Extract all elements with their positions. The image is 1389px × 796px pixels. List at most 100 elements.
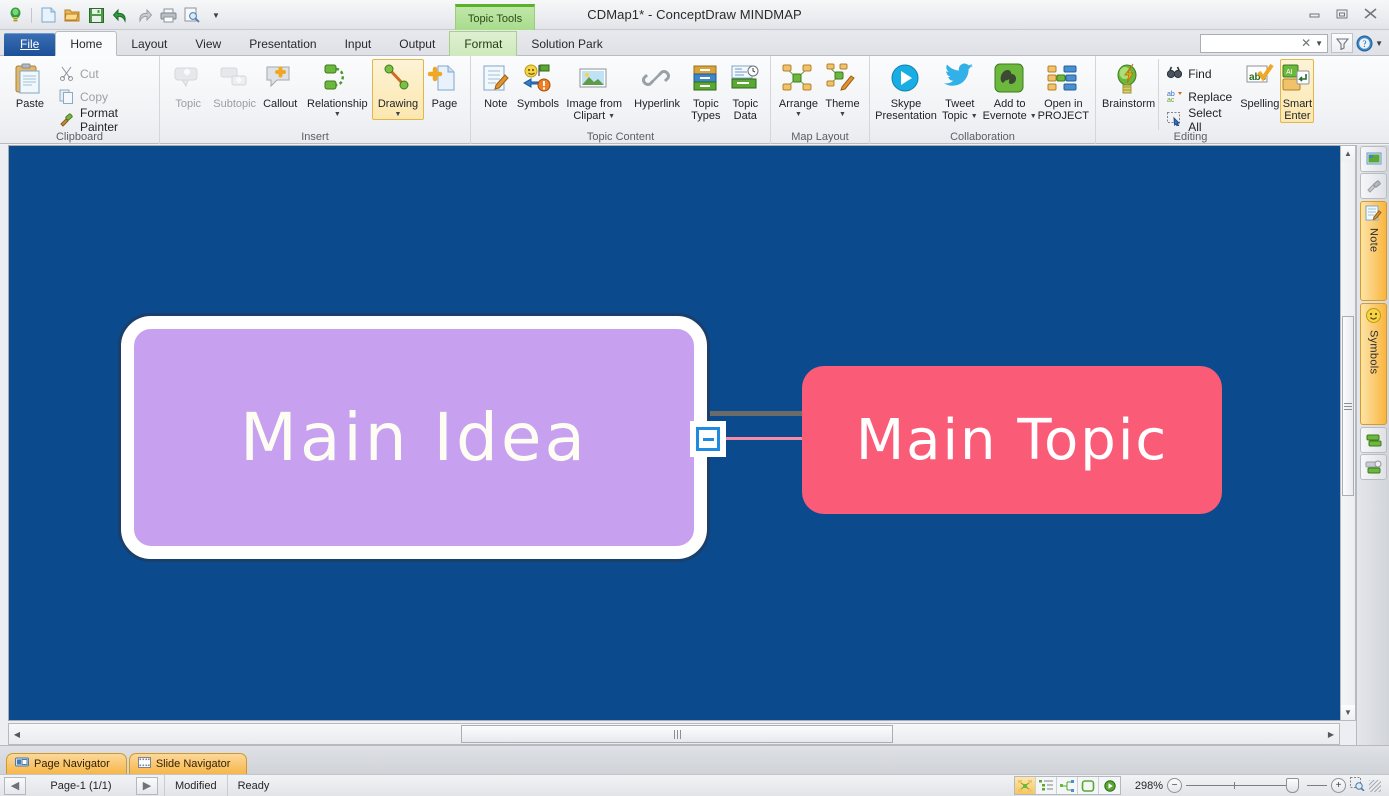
page-navigator-tab[interactable]: Page Navigator <box>6 753 127 774</box>
node-main-topic[interactable]: Main Topic <box>802 366 1222 514</box>
view-outline-button[interactable] <box>1036 777 1057 794</box>
dock-topic-data-button[interactable] <box>1360 454 1387 480</box>
zoom-slider-track[interactable] <box>1186 782 1286 789</box>
zoom-slider-thumb[interactable] <box>1286 778 1299 793</box>
page-navigator-icon <box>15 757 29 771</box>
cut-button[interactable]: Cut <box>55 63 154 84</box>
search-input[interactable] <box>1203 37 1300 49</box>
prev-page-button[interactable]: ◀ <box>4 776 26 795</box>
topic-button[interactable]: Topic <box>165 59 211 111</box>
tab-solution-park[interactable]: Solution Park <box>517 32 616 56</box>
page-button[interactable]: Page <box>424 59 465 111</box>
dock-note-tab[interactable]: Note <box>1360 201 1387 301</box>
cut-icon <box>59 66 75 82</box>
theme-button[interactable]: Theme ▼ <box>821 59 864 120</box>
dock-symbols-tab[interactable]: Symbols <box>1360 303 1387 425</box>
tab-layout[interactable]: Layout <box>117 32 181 56</box>
zoom-slider-track-right[interactable] <box>1307 785 1327 786</box>
hscroll-right-arrow[interactable]: ▶ <box>1323 730 1339 739</box>
tab-home[interactable]: Home <box>55 31 118 56</box>
drawing-button[interactable]: Drawing ▼ <box>372 59 424 120</box>
replace-button[interactable]: ab ac Replace <box>1163 86 1239 107</box>
smart-enter-button[interactable]: AI Smart Enter <box>1280 59 1315 123</box>
restore-button[interactable] <box>1329 4 1355 23</box>
copy-button[interactable]: Copy <box>55 86 154 107</box>
open-in-project-button[interactable]: Open in PROJECT <box>1037 59 1090 123</box>
status-right-cluster: 298% − + <box>1014 776 1389 795</box>
zoom-in-button[interactable]: + <box>1331 778 1346 793</box>
topic-icon <box>172 63 204 95</box>
filter-funnel-icon[interactable] <box>1331 33 1354 53</box>
view-fit-button[interactable] <box>1078 777 1099 794</box>
spelling-button[interactable]: abc Spelling <box>1239 59 1280 111</box>
evernote-caret-icon[interactable]: ▼ <box>1030 113 1037 120</box>
image-from-clipart-button[interactable]: Image from Clipart ▼ <box>560 59 628 123</box>
tab-format[interactable]: Format <box>449 31 518 56</box>
drawing-caret-icon[interactable]: ▼ <box>395 111 402 119</box>
tab-output[interactable]: Output <box>385 32 449 56</box>
vscroll-thumb[interactable] <box>1342 316 1354 496</box>
symbols-label: Symbols <box>516 98 560 110</box>
topic-data-button[interactable]: Topic Data <box>726 59 765 123</box>
twitter-icon <box>943 63 976 95</box>
tab-file[interactable]: File <box>4 33 56 56</box>
fit-page-icon[interactable] <box>1350 777 1365 794</box>
topic-data-label: Topic <box>732 98 759 110</box>
mindmap-canvas[interactable]: Main Idea Main Topic <box>9 146 1340 720</box>
vscroll-down-arrow[interactable]: ▼ <box>1341 705 1355 720</box>
image-clipart-caret-icon[interactable]: ▼ <box>608 113 615 120</box>
node-main-idea[interactable]: Main Idea <box>121 316 707 559</box>
dock-image-button[interactable] <box>1360 146 1387 172</box>
callout-button[interactable]: Callout <box>258 59 303 111</box>
arrange-caret-icon[interactable]: ▼ <box>795 111 802 119</box>
close-button[interactable] <box>1357 4 1383 23</box>
ribbon: Paste Cut Copy Format Painter Clipboard … <box>0 56 1389 144</box>
hscroll-left-arrow[interactable]: ◀ <box>9 730 25 739</box>
vertical-scrollbar[interactable]: ▲ ▼ <box>1340 145 1356 721</box>
next-page-button[interactable]: ▶ <box>136 776 158 795</box>
view-mindmap-button[interactable] <box>1015 777 1036 794</box>
hscroll-thumb[interactable] <box>461 725 893 743</box>
paste-button[interactable]: Paste <box>5 59 55 111</box>
tab-view[interactable]: View <box>181 32 235 56</box>
zoom-out-button[interactable]: − <box>1167 778 1182 793</box>
find-button[interactable]: Find <box>1163 63 1239 84</box>
window-controls <box>1301 4 1383 23</box>
tab-presentation[interactable]: Presentation <box>235 32 330 56</box>
format-painter-button[interactable]: Format Painter <box>55 106 154 134</box>
dock-topic-button[interactable] <box>1360 427 1387 453</box>
hyperlink-button[interactable]: Hyperlink <box>628 59 686 111</box>
slide-navigator-tab[interactable]: Slide Navigator <box>128 753 248 774</box>
evernote-icon <box>994 63 1026 95</box>
select-all-button[interactable]: Select All <box>1163 106 1239 134</box>
dock-brush-button[interactable] <box>1360 173 1387 199</box>
skype-presentation-button[interactable]: Skype Presentation <box>875 59 937 123</box>
tweet-caret-icon[interactable]: ▼ <box>971 113 978 120</box>
subtopic-button[interactable]: Subtopic <box>211 59 257 111</box>
arrange-button[interactable]: Arrange ▼ <box>776 59 821 120</box>
minimize-button[interactable] <box>1301 4 1327 23</box>
horizontal-scrollbar[interactable]: ◀ ▶ <box>8 723 1340 745</box>
vscroll-up-arrow[interactable]: ▲ <box>1341 146 1355 161</box>
relationship-caret-icon[interactable]: ▼ <box>334 111 341 119</box>
theme-caret-icon[interactable]: ▼ <box>839 111 846 119</box>
view-tree-button[interactable] <box>1057 777 1078 794</box>
note-button[interactable]: Note <box>476 59 515 111</box>
view-presentation-button[interactable] <box>1099 777 1120 794</box>
topic-types-button[interactable]: Topic Types <box>686 59 725 123</box>
hyperlink-label: Hyperlink <box>634 98 680 110</box>
resize-grip[interactable] <box>1369 779 1381 792</box>
relationship-button[interactable]: Relationship ▼ <box>303 59 373 120</box>
symbols-button[interactable]: Symbols <box>515 59 560 111</box>
collapse-toggle-button[interactable] <box>690 421 726 457</box>
brainstorm-button[interactable]: Brainstorm <box>1101 59 1156 111</box>
tweet-topic-button[interactable]: Tweet Topic ▼ <box>937 59 983 123</box>
clipboard-small-buttons: Cut Copy Format Painter <box>55 59 154 134</box>
tab-input[interactable]: Input <box>331 32 386 56</box>
search-clear-icon[interactable]: ✕ <box>1299 36 1313 50</box>
help-button[interactable]: ? ▼ <box>1356 35 1383 52</box>
add-to-evernote-button[interactable]: Add to Evernote ▼ <box>983 59 1037 123</box>
symbols-icon <box>522 63 554 95</box>
search-box[interactable]: ✕ ▼ <box>1200 33 1329 53</box>
search-dropdown-icon[interactable]: ▼ <box>1313 39 1325 48</box>
